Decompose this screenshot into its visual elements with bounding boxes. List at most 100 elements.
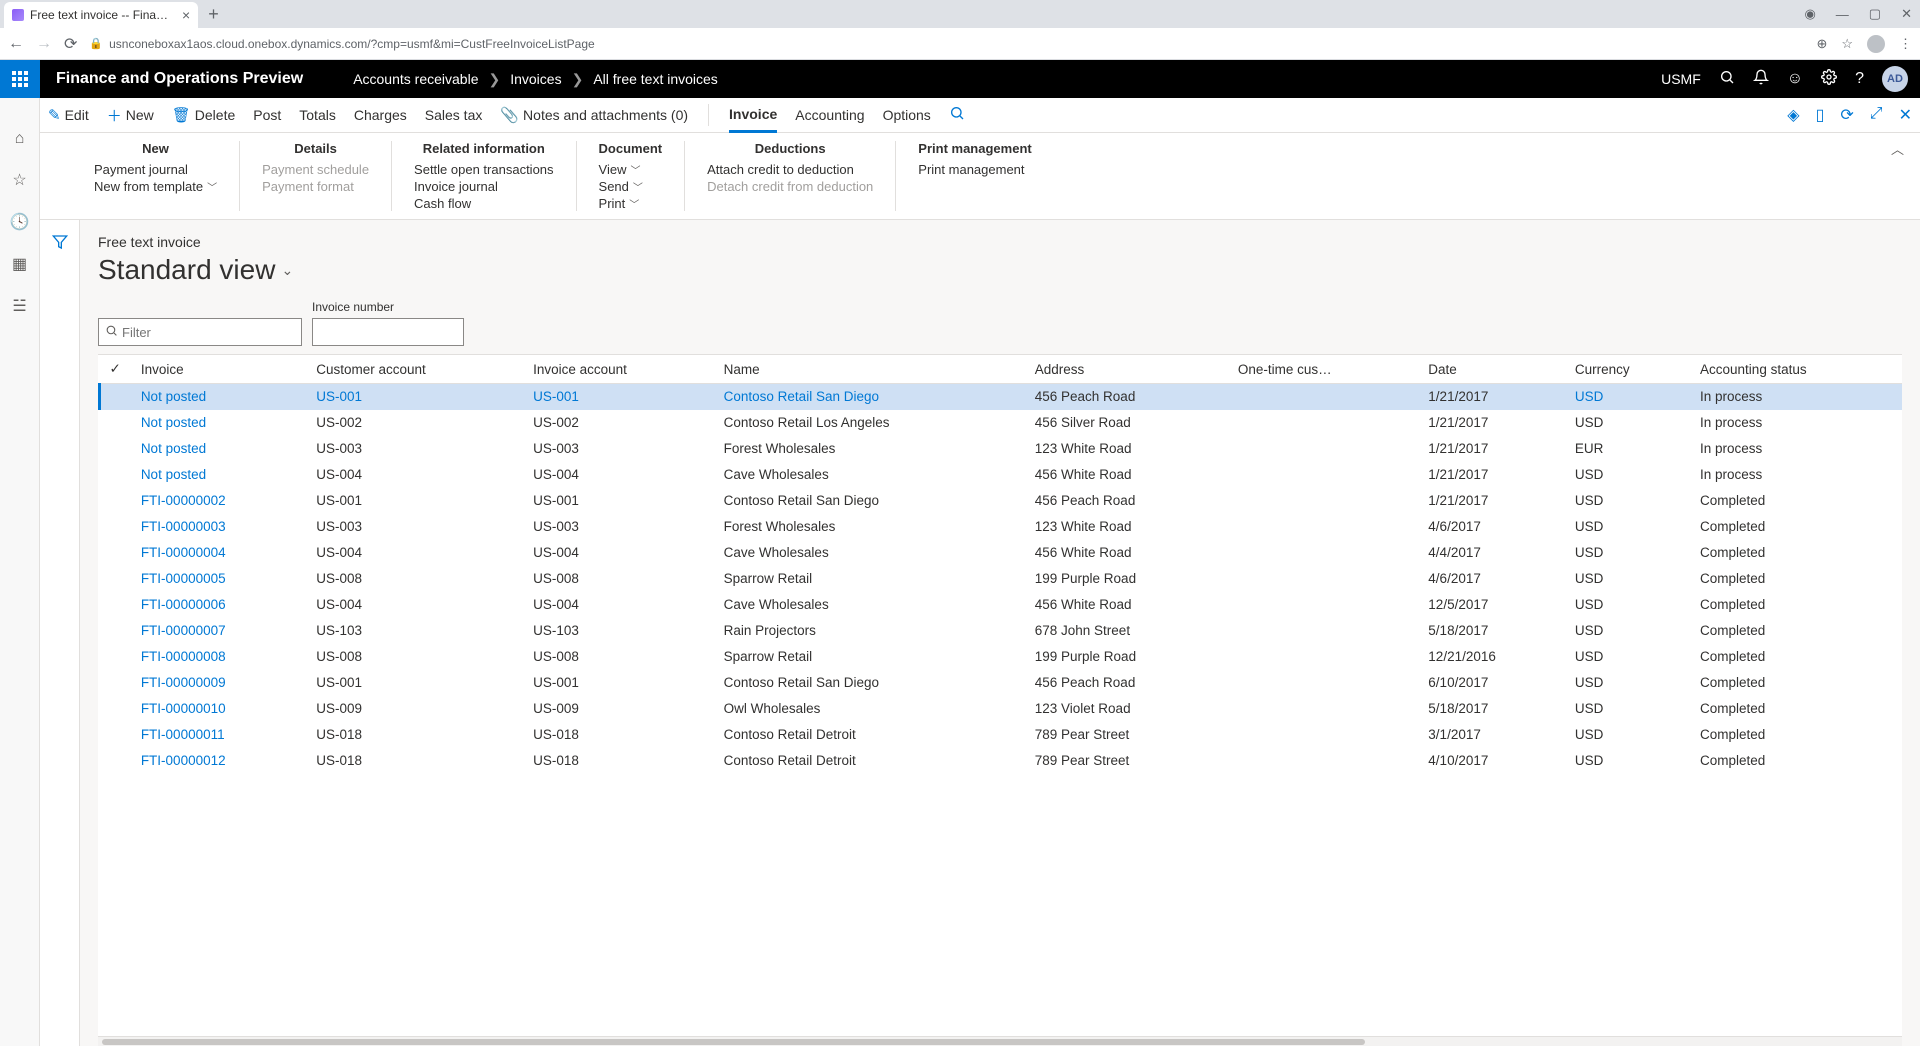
- row-selector[interactable]: [100, 488, 131, 514]
- invoice-link[interactable]: FTI-00000012: [131, 748, 306, 774]
- send-link[interactable]: Send﹀: [599, 179, 663, 194]
- table-row[interactable]: Not postedUS-004US-004Cave Wholesales456…: [100, 462, 1903, 488]
- close-window-icon[interactable]: ✕: [1901, 6, 1912, 22]
- home-icon[interactable]: ⌂: [15, 130, 25, 148]
- table-row[interactable]: FTI-00000006US-004US-004Cave Wholesales4…: [100, 592, 1903, 618]
- totals-button[interactable]: Totals: [299, 107, 336, 123]
- table-row[interactable]: FTI-00000012US-018US-018Contoso Retail D…: [100, 748, 1903, 774]
- invoice-link[interactable]: FTI-00000009: [131, 670, 306, 696]
- find-button[interactable]: [949, 105, 965, 125]
- row-selector[interactable]: [100, 410, 131, 436]
- row-selector[interactable]: [100, 384, 131, 410]
- table-row[interactable]: FTI-00000005US-008US-008Sparrow Retail19…: [100, 566, 1903, 592]
- select-all-column[interactable]: ✓: [100, 355, 131, 384]
- invoice-journal-link[interactable]: Invoice journal: [414, 179, 553, 194]
- row-selector[interactable]: [100, 540, 131, 566]
- row-selector[interactable]: [100, 696, 131, 722]
- row-selector[interactable]: [100, 566, 131, 592]
- column-header[interactable]: Invoice: [131, 355, 306, 384]
- favorite-icon[interactable]: ☆: [1841, 36, 1853, 52]
- payment-journal-link[interactable]: Payment journal: [94, 162, 217, 177]
- sales-tax-button[interactable]: Sales tax: [425, 107, 483, 123]
- print-management-link[interactable]: Print management: [918, 162, 1031, 177]
- column-header[interactable]: Customer account: [306, 355, 523, 384]
- horizontal-scrollbar[interactable]: [98, 1036, 1902, 1046]
- delete-button[interactable]: 🗑Delete: [172, 106, 236, 124]
- invoice-link[interactable]: FTI-00000004: [131, 540, 306, 566]
- row-selector[interactable]: [100, 670, 131, 696]
- column-header[interactable]: Name: [714, 355, 1025, 384]
- column-header[interactable]: One-time cus…: [1228, 355, 1418, 384]
- quick-filter[interactable]: [98, 318, 302, 346]
- table-row[interactable]: FTI-00000003US-003US-003Forest Wholesale…: [100, 514, 1903, 540]
- table-row[interactable]: Not postedUS-002US-002Contoso Retail Los…: [100, 410, 1903, 436]
- popout-icon[interactable]: ⤢: [1870, 105, 1883, 125]
- invoice-link[interactable]: Not posted: [131, 436, 306, 462]
- column-header[interactable]: Invoice account: [523, 355, 714, 384]
- invoice-link[interactable]: Not posted: [131, 410, 306, 436]
- browser-tab[interactable]: Free text invoice -- Fina… ×: [4, 2, 198, 28]
- app-launcher[interactable]: [0, 60, 40, 98]
- back-icon[interactable]: ←: [8, 35, 24, 53]
- minimize-icon[interactable]: —: [1836, 7, 1849, 22]
- column-header[interactable]: Accounting status: [1690, 355, 1902, 384]
- row-selector[interactable]: [100, 618, 131, 644]
- tab-options[interactable]: Options: [883, 107, 931, 123]
- refresh-icon[interactable]: ⟳: [1840, 105, 1853, 125]
- settle-transactions-link[interactable]: Settle open transactions: [414, 162, 553, 177]
- row-selector[interactable]: [100, 592, 131, 618]
- help-icon[interactable]: ?: [1855, 70, 1864, 88]
- column-header[interactable]: Address: [1025, 355, 1228, 384]
- view-selector[interactable]: Standard view ⌄: [98, 254, 1902, 286]
- breadcrumb-page[interactable]: All free text invoices: [593, 71, 718, 87]
- new-tab-button[interactable]: +: [208, 4, 219, 25]
- table-row[interactable]: FTI-00000008US-008US-008Sparrow Retail19…: [100, 644, 1903, 670]
- tab-invoice[interactable]: Invoice: [729, 98, 777, 133]
- row-selector[interactable]: [100, 514, 131, 540]
- breadcrumb-module[interactable]: Accounts receivable: [353, 71, 478, 87]
- invoice-link[interactable]: FTI-00000003: [131, 514, 306, 540]
- table-row[interactable]: FTI-00000011US-018US-018Contoso Retail D…: [100, 722, 1903, 748]
- browser-menu-icon[interactable]: ⋮: [1899, 36, 1912, 52]
- cash-flow-link[interactable]: Cash flow: [414, 196, 553, 211]
- table-row[interactable]: FTI-00000002US-001US-001Contoso Retail S…: [100, 488, 1903, 514]
- profile-indicator-icon[interactable]: ◉: [1804, 6, 1815, 22]
- row-selector[interactable]: [100, 748, 131, 774]
- table-row[interactable]: FTI-00000004US-004US-004Cave Wholesales4…: [100, 540, 1903, 566]
- reload-icon[interactable]: ⟳: [64, 34, 77, 54]
- browser-avatar[interactable]: [1867, 35, 1885, 53]
- tab-accounting[interactable]: Accounting: [795, 107, 864, 123]
- row-selector[interactable]: [100, 722, 131, 748]
- new-from-template-link[interactable]: New from template﹀: [94, 179, 217, 194]
- diamond-icon[interactable]: ◈: [1787, 105, 1799, 125]
- invoice-link[interactable]: Not posted: [131, 462, 306, 488]
- office-icon[interactable]: ▯: [1816, 105, 1825, 125]
- maximize-icon[interactable]: ▢: [1869, 6, 1881, 22]
- list-icon[interactable]: ☱: [12, 296, 26, 316]
- user-avatar[interactable]: AD: [1882, 66, 1908, 92]
- recent-icon[interactable]: 🕓: [10, 212, 30, 232]
- workspace-icon[interactable]: ▦: [12, 254, 27, 274]
- table-row[interactable]: FTI-00000009US-001US-001Contoso Retail S…: [100, 670, 1903, 696]
- invoice-link[interactable]: FTI-00000008: [131, 644, 306, 670]
- table-row[interactable]: FTI-00000007US-103US-103Rain Projectors6…: [100, 618, 1903, 644]
- table-row[interactable]: FTI-00000010US-009US-009Owl Wholesales12…: [100, 696, 1903, 722]
- column-header[interactable]: Date: [1418, 355, 1565, 384]
- row-selector[interactable]: [100, 436, 131, 462]
- close-icon[interactable]: ×: [182, 7, 190, 23]
- row-selector[interactable]: [100, 644, 131, 670]
- print-link[interactable]: Print﹀: [599, 196, 663, 211]
- zoom-icon[interactable]: ⊕: [1816, 36, 1827, 52]
- filter-pane-icon[interactable]: [52, 234, 68, 1046]
- invoice-link[interactable]: FTI-00000002: [131, 488, 306, 514]
- post-button[interactable]: Post: [253, 107, 281, 123]
- invoice-number-input[interactable]: [312, 318, 464, 346]
- invoice-link[interactable]: FTI-00000010: [131, 696, 306, 722]
- search-icon[interactable]: [1719, 69, 1735, 90]
- table-row[interactable]: Not postedUS-003US-003Forest Wholesales1…: [100, 436, 1903, 462]
- notes-button[interactable]: 📎Notes and attachments (0): [500, 106, 688, 124]
- smiley-icon[interactable]: ☺: [1787, 70, 1803, 88]
- gear-icon[interactable]: [1821, 69, 1837, 90]
- star-icon[interactable]: ☆: [12, 170, 26, 190]
- invoice-link[interactable]: FTI-00000007: [131, 618, 306, 644]
